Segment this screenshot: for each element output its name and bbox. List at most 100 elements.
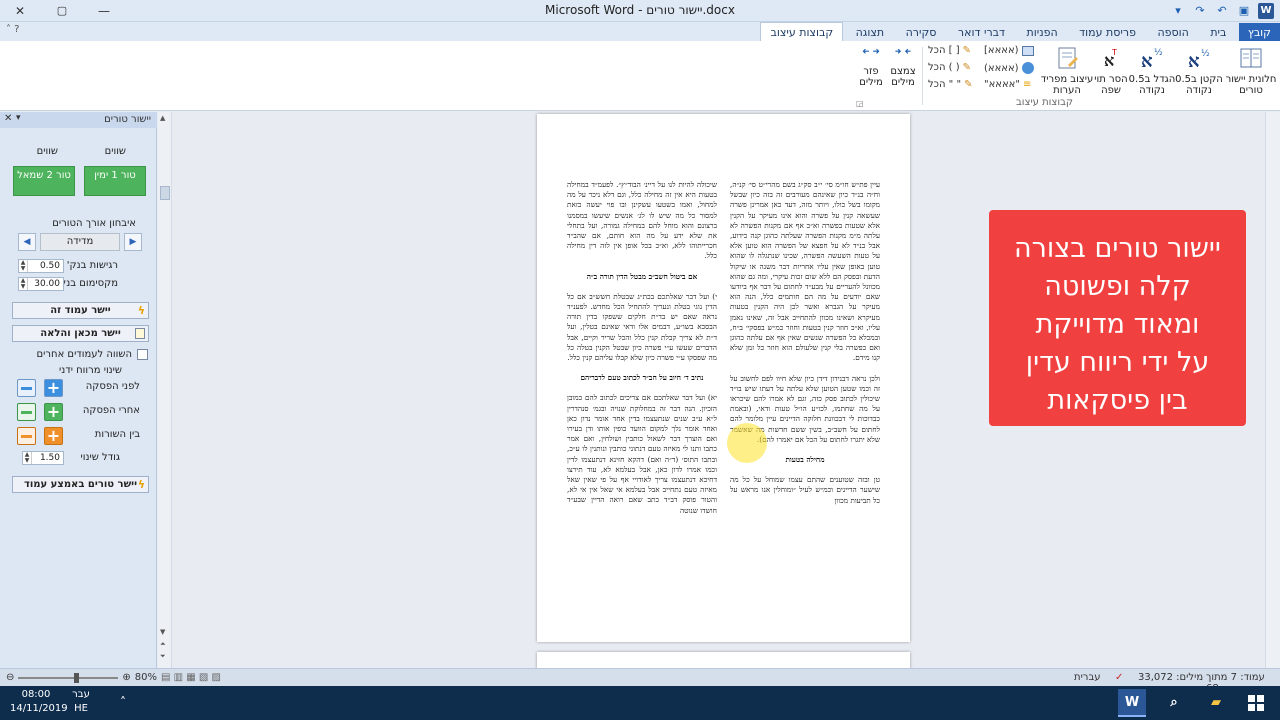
spin-arrows-icon[interactable]: ▲ ▼: [19, 278, 28, 290]
vertical-scrollbar[interactable]: [1265, 112, 1280, 668]
ruler-scroll[interactable]: ▲ ▼ ⏶ ⏷: [158, 112, 172, 668]
save-icon[interactable]: ▣: [1236, 3, 1252, 19]
zoom-level[interactable]: 80%: [135, 672, 157, 683]
spread-words-icon: [862, 48, 880, 54]
tab-review[interactable]: סקירה: [897, 23, 946, 42]
ribbon-tabs: קובץ בית הוספה פריסת עמוד הפניות דברי דו…: [0, 22, 1280, 42]
tab-view[interactable]: תצוגה: [847, 23, 893, 42]
max-value: 30.00: [34, 279, 60, 289]
spread-words-button[interactable]: פזר מילים: [852, 45, 890, 88]
paragraph: שיכולה להיות לנו על דיינ׳ הבוד״ץ״. לפעמ״…: [567, 180, 717, 261]
scroll-down-icon[interactable]: ▼: [160, 628, 165, 636]
note-separator-button[interactable]: עיצוב מפריד הערות: [1040, 45, 1094, 96]
ribbon: חלונית יישור טורים א½ הקטן ב0.5 נקודה א½…: [0, 41, 1280, 111]
spin-arrows-icon[interactable]: ▲ ▼: [23, 452, 32, 464]
nav-left-icon[interactable]: ◀: [18, 233, 36, 251]
columns-pane-icon: [1240, 48, 1262, 68]
all-round-button[interactable]: ✎( ) הכל: [928, 62, 971, 73]
before-para-minus-icon[interactable]: [17, 379, 36, 397]
group-launcher-icon[interactable]: ◲: [856, 99, 864, 108]
sensitivity-spinner[interactable]: ▲ ▼ 0.50: [18, 259, 64, 273]
before-para-plus-icon[interactable]: +: [44, 379, 63, 397]
quote-icon: ≡: [1022, 79, 1032, 90]
document-page[interactable]: עיין פת״ש חו״מ סי׳ י״ב סק״ג בשם מהרי״ט ס…: [537, 114, 910, 642]
search-taskbar-icon[interactable]: ⌕: [1160, 689, 1188, 717]
balance-label: איבחון אורך הטורים: [52, 218, 136, 229]
caption-overlay: יישור טורים בצורה קלה ופשוטה ומאוד מדויי…: [989, 210, 1246, 426]
tab-home[interactable]: בית: [1201, 23, 1235, 42]
column1-right-button[interactable]: טור 1 ימין: [84, 166, 146, 196]
zoom-slider[interactable]: ⊖ ⊕ 80% ▤ ▥ ▦ ▧ ▨: [6, 672, 221, 683]
align-from-cursor-button[interactable]: יישר מכאן והלאה: [12, 325, 149, 342]
clock[interactable]: 08:00 14/11/2019: [10, 688, 68, 716]
customize-qat-icon[interactable]: ▾: [1170, 3, 1186, 19]
align-page-button[interactable]: ϟ יישר עמוד זה: [12, 302, 149, 319]
word-taskbar-icon[interactable]: W: [1118, 689, 1146, 717]
scroll-thumb[interactable]: [160, 186, 170, 200]
bracket-round-label: (אאאא): [984, 62, 1019, 74]
shrink-font-button[interactable]: א½ הקטן ב0.5 נקודה: [1174, 45, 1224, 96]
caption-line: קלה ופשוטה: [1044, 271, 1191, 302]
columns-pane-button[interactable]: חלונית יישור טורים: [1224, 45, 1278, 96]
scroll-up-icon[interactable]: ▲: [160, 114, 165, 122]
all-quote-button[interactable]: ✎ " " הכל: [928, 79, 972, 90]
zoom-track[interactable]: [18, 672, 119, 683]
all-square-button[interactable]: ✎[ ] הכל: [928, 45, 971, 56]
zoom-in-icon[interactable]: ⊕: [122, 672, 130, 683]
compare-checkbox[interactable]: [137, 349, 148, 360]
change-size-spinner[interactable]: ▲ ▼ 1.50: [22, 451, 64, 465]
bracket-square-button[interactable]: (אאאא]: [984, 45, 1034, 56]
align-middle-button[interactable]: ϟ יישר טורים באמצע עמוד: [12, 476, 149, 493]
measure-button[interactable]: מדידה: [40, 233, 120, 251]
bracket-quote-button[interactable]: ≡ "אאאא": [984, 79, 1031, 90]
tab-file[interactable]: קובץ: [1238, 23, 1280, 42]
show-hidden-icons-icon[interactable]: ˄: [120, 695, 126, 709]
manual-spacing-label: שינוי מרווח ידני: [59, 365, 122, 376]
remove-lang-marks-button[interactable]: אT הסר תוי שפה: [1092, 45, 1130, 96]
next-page-icon[interactable]: ⏷: [160, 652, 166, 661]
paragraph: י) ועל דבר שאלתכם בכת״ג שבטלת חשש״ב אם כ…: [567, 291, 717, 363]
undo-icon[interactable]: ↶: [1214, 3, 1230, 19]
language-status[interactable]: עברית: [1074, 672, 1101, 683]
folder-taskbar-icon[interactable]: ▰: [1202, 689, 1230, 717]
max-spinner[interactable]: ▲ ▼ 30.00: [18, 277, 64, 291]
nav-right-icon[interactable]: ▶: [124, 233, 142, 251]
after-para-minus-icon[interactable]: [17, 403, 36, 421]
shrink-font-icon: א½: [1188, 49, 1210, 71]
column2-left-button[interactable]: טור 2 שמאל: [13, 166, 75, 196]
redo-icon[interactable]: ↷: [1192, 3, 1208, 19]
pencil-icon: ✎: [962, 45, 972, 56]
tab-page-layout[interactable]: פריסת עמוד: [1070, 23, 1145, 42]
tab-mailings[interactable]: דברי דואר: [949, 23, 1014, 42]
proofing-icon[interactable]: ✓: [1115, 672, 1123, 683]
pane-menu-icon[interactable]: ▾: [16, 113, 21, 123]
svg-text:T: T: [1111, 48, 1117, 57]
windows-start-icon[interactable]: [1248, 695, 1264, 711]
document-name: יישור טורים.docx: [646, 3, 735, 17]
between-lines-plus-icon[interactable]: +: [44, 427, 63, 445]
tab-insert[interactable]: הוספה: [1148, 23, 1197, 42]
pane-close-icon[interactable]: ✕: [4, 113, 12, 124]
view-mode-icon[interactable]: ▤ ▥ ▦ ▧ ▨: [161, 672, 221, 683]
tab-format-groups[interactable]: קבוצות עיצוב: [760, 22, 844, 41]
spin-arrows-icon[interactable]: ▲ ▼: [19, 260, 28, 272]
tab-references[interactable]: הפניות: [1018, 23, 1067, 42]
input-language[interactable]: עבר HE: [70, 688, 92, 716]
after-para-plus-icon[interactable]: +: [44, 403, 63, 421]
caption-line: יישור טורים בצורה: [1014, 233, 1221, 264]
bracket-square-label: (אאאא]: [984, 45, 1019, 56]
bracket-round-button[interactable]: (אאאא): [984, 62, 1034, 74]
prev-page-icon[interactable]: ⏶: [160, 640, 166, 649]
caption-line: בין פיסקאות: [1047, 385, 1188, 416]
paragraph: יא) ועל דבר שאלתכם אם צריכים לכתוב להם כ…: [567, 393, 717, 515]
between-lines-minus-icon[interactable]: [17, 427, 36, 445]
zoom-out-icon[interactable]: ⊖: [6, 672, 14, 683]
word-count[interactable]: מילים: 33,072: [1138, 672, 1203, 683]
pane-header: יישור טורים ✕ ▾: [0, 112, 157, 128]
after-para-label: אחרי הפסקה: [82, 405, 140, 416]
app-name: Microsoft Word: [545, 3, 635, 17]
grow-font-button[interactable]: א½ הגדל ב0.5 נקודה: [1128, 45, 1176, 96]
shrink-font-label: הקטן ב0.5 נקודה: [1175, 74, 1223, 96]
help-icon[interactable]: ˄ ?: [6, 24, 20, 35]
zoom-knob[interactable]: [74, 672, 80, 683]
